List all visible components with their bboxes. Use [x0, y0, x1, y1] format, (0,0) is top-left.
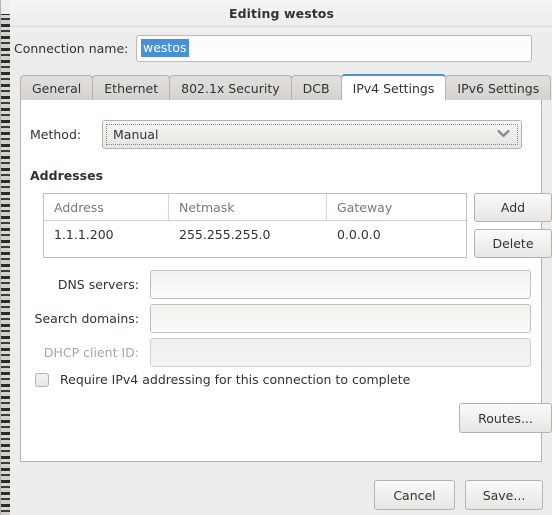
method-row: Method: Manual: [21, 119, 543, 149]
method-dropdown[interactable]: Manual: [102, 119, 522, 149]
table-body: 1.1.1.200 255.255.255.0 0.0.0.0: [44, 221, 466, 247]
method-selected-value: Manual: [113, 126, 159, 142]
save-button[interactable]: Save...: [465, 480, 543, 510]
search-domains-input[interactable]: [150, 304, 531, 333]
settings-notebook: General Ethernet 802.1x Security DCB IPv…: [20, 74, 552, 462]
editing-connection-dialog: Editing westos Connection name: westos G…: [0, 0, 552, 515]
tab-ethernet[interactable]: Ethernet: [92, 75, 171, 100]
dhcp-client-id-row: DHCP client ID:: [21, 338, 543, 367]
cell-gateway[interactable]: 0.0.0.0: [327, 221, 466, 247]
tab-ipv4-settings-label: IPv4 Settings: [352, 80, 435, 96]
routes-button[interactable]: Routes...: [459, 403, 552, 433]
search-domains-row: Search domains:: [21, 304, 543, 333]
dns-servers-input[interactable]: [150, 270, 531, 299]
column-header-gateway[interactable]: Gateway: [327, 194, 466, 220]
table-row[interactable]: 1.1.1.200 255.255.255.0 0.0.0.0: [44, 221, 466, 247]
tab-dcb[interactable]: DCB: [290, 75, 342, 100]
table-header-row: Address Netmask Gateway: [44, 194, 466, 221]
cell-address[interactable]: 1.1.1.200: [44, 221, 169, 247]
connection-name-row: Connection name: westos: [10, 34, 552, 62]
tab-8021x-security-label: 802.1x Security: [181, 80, 280, 96]
tab-ipv6-settings[interactable]: IPv6 Settings: [445, 75, 552, 100]
ipv4-settings-panel: Method: Manual Addresses Address Netmask…: [20, 99, 552, 462]
column-header-address[interactable]: Address: [44, 194, 169, 220]
tab-general-label: General: [32, 80, 82, 96]
delete-button[interactable]: Delete: [474, 229, 552, 258]
connection-name-label: Connection name:: [14, 40, 129, 56]
addresses-heading: Addresses: [30, 168, 104, 183]
tab-general[interactable]: General: [20, 75, 94, 100]
dns-servers-label: DNS servers:: [57, 277, 139, 292]
method-label: Method:: [30, 126, 82, 142]
tab-dcb-label: DCB: [302, 80, 330, 96]
tab-ethernet-label: Ethernet: [104, 80, 159, 96]
cell-netmask[interactable]: 255.255.255.0: [169, 221, 327, 247]
dhcp-client-id-input: [150, 338, 531, 367]
tab-ipv4-settings[interactable]: IPv4 Settings: [340, 74, 447, 100]
dialog-title: Editing westos: [228, 5, 335, 21]
window-edge-decoration-top: [1, 0, 10, 14]
require-ipv4-row[interactable]: Require IPv4 addressing for this connect…: [35, 372, 410, 387]
method-focus-ring: [106, 123, 518, 145]
dns-servers-row: DNS servers:: [21, 270, 543, 299]
addresses-table[interactable]: Address Netmask Gateway 1.1.1.200 255.25…: [43, 193, 467, 258]
dialog-titlebar: Editing westos: [10, 0, 552, 27]
column-header-netmask[interactable]: Netmask: [169, 194, 327, 220]
add-button[interactable]: Add: [474, 193, 552, 222]
search-domains-label: Search domains:: [34, 311, 139, 326]
require-ipv4-checkbox[interactable]: [35, 372, 49, 387]
window-edge-decoration: [1, 0, 10, 515]
tab-strip: General Ethernet 802.1x Security DCB IPv…: [20, 74, 552, 100]
cancel-button[interactable]: Cancel: [374, 480, 455, 510]
connection-name-input[interactable]: westos: [136, 34, 532, 62]
chevron-down-icon: [497, 129, 510, 138]
tab-8021x-security[interactable]: 802.1x Security: [169, 75, 292, 100]
require-ipv4-label: Require IPv4 addressing for this connect…: [60, 372, 411, 387]
tab-ipv6-settings-label: IPv6 Settings: [457, 80, 540, 96]
dhcp-client-id-label: DHCP client ID:: [43, 345, 139, 360]
connection-name-value: westos: [141, 39, 189, 57]
